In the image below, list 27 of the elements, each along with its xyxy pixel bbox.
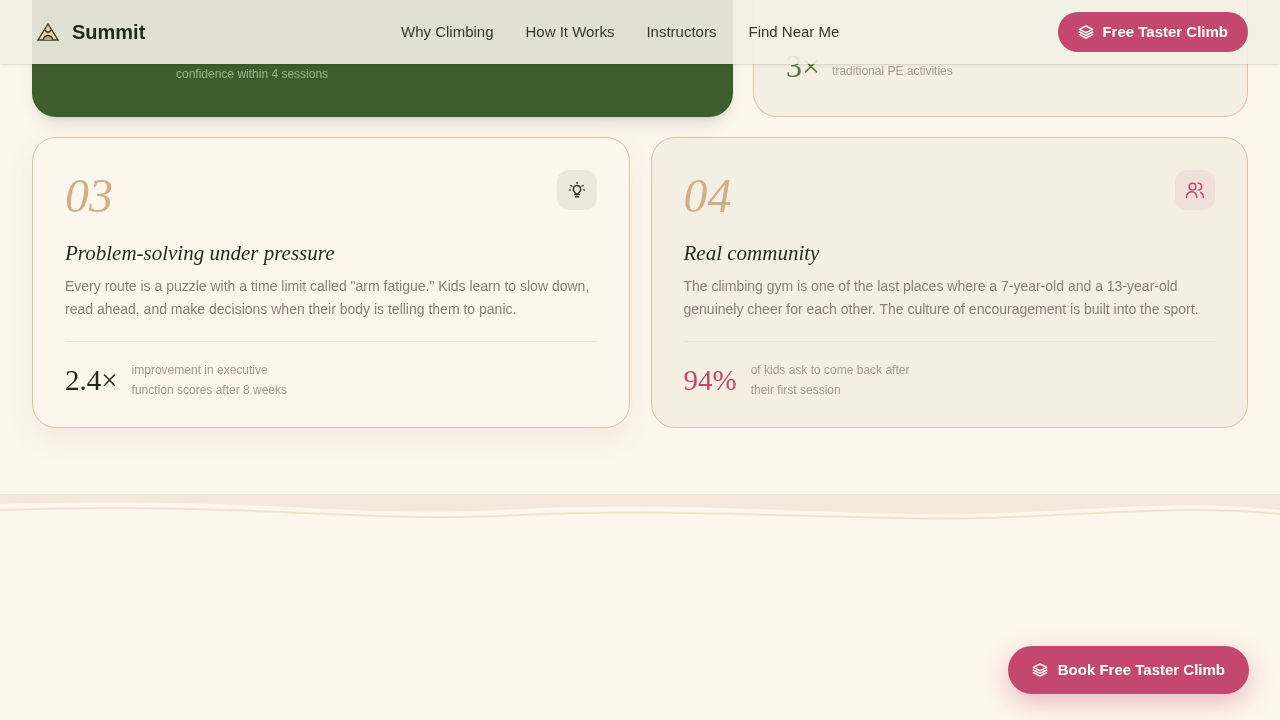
nav-link[interactable]: Why Climbing (401, 20, 494, 44)
stat-caption: function scores after 8 weeks (131, 382, 288, 400)
stat-value: 94% (683, 362, 737, 398)
card-title: Problem-solving under pressure (65, 240, 336, 267)
book-taster-button[interactable]: Book Free Taster Climb (1007, 646, 1249, 694)
card-description: Every route is a puzzle with a time limit called "arm fatigue." Kids learn to slow down, read ahead, and make decisions when their body is telling them to panic. (65, 276, 591, 319)
free-taster-button[interactable]: Free Taster Climb (1058, 12, 1248, 52)
card-number: 04 (683, 172, 732, 220)
stat-value: 2.4× (65, 362, 118, 398)
card-description: The climbing gym is one of the last places where a 7-year-old and a 13-year-old genuinely cheer for each other. The culture of encouragement is built into the sport. (683, 276, 1200, 319)
stat-caption: traditional PE activities (832, 63, 953, 80)
card-title: Real community (683, 240, 821, 267)
stat-caption: confidence within 4 sessions (176, 66, 329, 83)
people-icon (1175, 170, 1215, 210)
stat-caption: of kids ask to come back after (750, 362, 910, 380)
stat-caption: improvement in executive (131, 362, 269, 380)
layers-icon (1078, 24, 1095, 40)
stat-caption: their first session (750, 382, 842, 400)
mountain-logo-icon (36, 21, 60, 43)
layers-icon (1031, 662, 1048, 678)
lightbulb-icon (556, 170, 597, 210)
card-number: 03 (65, 172, 113, 220)
stat-value: 3× (786, 50, 821, 82)
nav-link[interactable]: Instructors (646, 20, 717, 44)
logo-text: Summit (72, 20, 146, 45)
nav-link[interactable]: Find Near Me (748, 20, 840, 44)
nav-link[interactable]: How It Works (525, 20, 615, 44)
